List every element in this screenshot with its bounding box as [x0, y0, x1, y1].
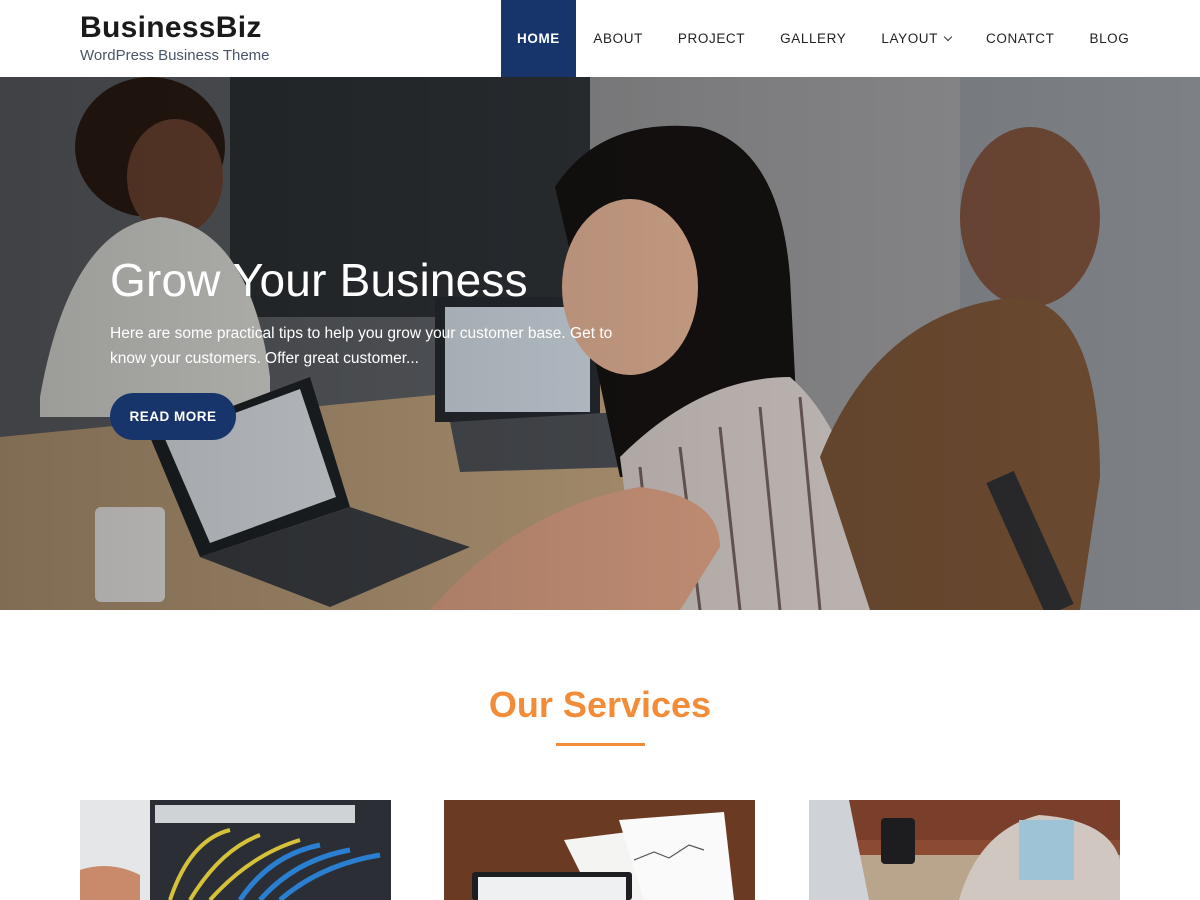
brand[interactable]: BusinessBiz WordPress Business Theme [80, 10, 270, 65]
title-divider [556, 743, 645, 746]
site-tagline: WordPress Business Theme [80, 47, 270, 64]
nav-item-blog[interactable]: BLOG [1072, 0, 1147, 77]
section-title: Our Services [488, 684, 712, 725]
site-title[interactable]: BusinessBiz [80, 10, 270, 46]
nav-item-label: ABOUT [593, 31, 643, 46]
nav-item-label: HOME [517, 31, 560, 46]
service-card-image[interactable] [80, 800, 391, 900]
nav-item-contact[interactable]: CONATCT [969, 0, 1072, 77]
nav-item-gallery[interactable]: GALLERY [763, 0, 864, 77]
nav-item-layout[interactable]: LAYOUT [864, 0, 969, 77]
service-card-image[interactable] [809, 800, 1120, 900]
nav-item-label: CONATCT [986, 31, 1055, 46]
laptop-work-image [809, 800, 1120, 900]
nav-item-label: BLOG [1089, 31, 1130, 46]
service-card-image[interactable] [444, 800, 755, 900]
main-nav: HOME ABOUT PROJECT GALLERY LAYOUT CONATC… [501, 0, 1147, 77]
nav-item-label: GALLERY [780, 31, 847, 46]
read-more-button[interactable]: READ MORE [110, 393, 236, 440]
network-cables-image [80, 800, 391, 900]
nav-item-about[interactable]: ABOUT [576, 0, 661, 77]
site-header: BusinessBiz WordPress Business Theme HOM… [0, 0, 1200, 77]
documents-desk-image [444, 800, 755, 900]
nav-item-project[interactable]: PROJECT [660, 0, 762, 77]
chevron-down-icon [943, 32, 953, 41]
hero-slider: Grow Your Business Here are some practic… [0, 77, 1200, 610]
nav-item-label: PROJECT [677, 31, 746, 46]
hero-title: Grow Your Business [110, 254, 528, 306]
nav-item-home[interactable]: HOME [501, 0, 576, 77]
nav-item-label: LAYOUT [881, 31, 939, 46]
hero-description: Here are some practical tips to help you… [110, 325, 613, 367]
